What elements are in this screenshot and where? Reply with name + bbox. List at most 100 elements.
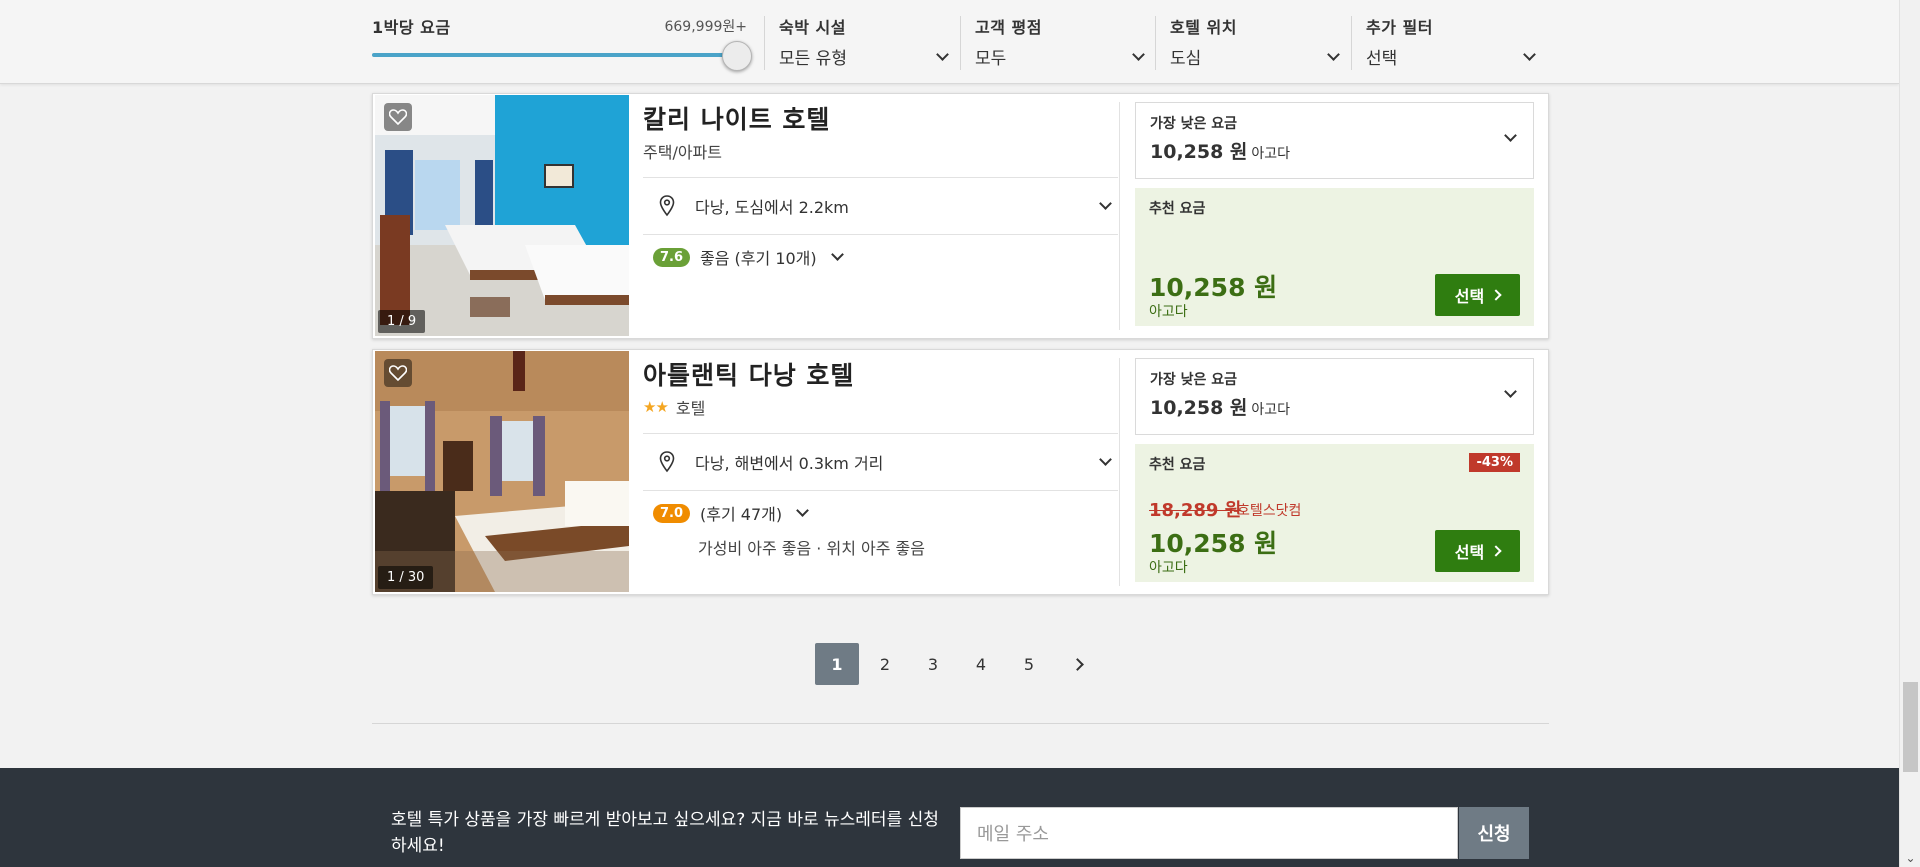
hotel-name[interactable]: 아틀랜틱 다낭 호텔	[643, 356, 1118, 392]
rating-score-badge: 7.6	[653, 247, 691, 267]
recommended-price-label: 추천 요금	[1149, 201, 1206, 217]
divider	[1119, 102, 1120, 330]
chevron-right-icon	[1490, 289, 1502, 301]
hotel-photo[interactable]: 1 / 30	[375, 351, 629, 592]
review-highlights: 가성비 아주 좋음 · 위치 아주 좋음	[698, 539, 925, 558]
recommended-price-source: 아고다	[1149, 304, 1188, 320]
hotel-location-text: 다낭, 도심에서 2.2km	[695, 198, 849, 217]
recommended-price-value: 10,258 원	[1149, 273, 1278, 302]
chevron-down-icon	[1523, 47, 1536, 61]
original-price-source: 호텔스닷컴	[1237, 503, 1302, 519]
more-filters-label: 추가 필터	[1366, 18, 1433, 37]
photo-counter: 1 / 9	[378, 310, 426, 333]
newsletter-text: 호텔 특가 상품을 가장 빠르게 받아보고 싶으세요? 지금 바로 뉴스레터를 …	[391, 810, 939, 856]
more-filters[interactable]: 추가 필터 선택	[1366, 14, 1536, 69]
chevron-down-icon	[1099, 453, 1112, 466]
page: 1박당 요금 669,999원+ 숙박 시설 모든 유형 고객 평점 모두 호텔…	[0, 0, 1920, 867]
filter-divider	[764, 16, 765, 70]
price-slider-track[interactable]	[372, 53, 742, 57]
more-filters-value: 선택	[1366, 49, 1398, 69]
rating-filter[interactable]: 고객 평점 모두	[975, 14, 1145, 69]
scrollbar[interactable]: ⌄	[1899, 0, 1920, 867]
lowest-price-label: 가장 낮은 요금	[1150, 116, 1238, 132]
chevron-down-icon	[1099, 197, 1112, 210]
discount-badge: -43%	[1469, 453, 1520, 472]
lowest-price-box[interactable]: 가장 낮은 요금 10,258 원 아고다	[1135, 358, 1534, 435]
map-pin-icon	[659, 451, 675, 473]
lowest-price-value: 10,258 원	[1150, 397, 1248, 419]
favorite-heart-icon[interactable]	[384, 103, 412, 131]
lowest-price-box[interactable]: 가장 낮은 요금 10,258 원 아고다	[1135, 102, 1534, 179]
subscribe-button[interactable]: 신청	[1459, 807, 1529, 859]
hotel-type: 호텔	[675, 399, 706, 418]
filter-divider	[1155, 16, 1156, 70]
hotel-card: 1 / 9 칼리 나이트 호텔 주택/아파트 다낭, 도심에서 2.2km 7.…	[372, 93, 1549, 339]
rating-filter-label: 고객 평점	[975, 18, 1042, 37]
scroll-down-arrow-icon[interactable]: ⌄	[1905, 852, 1916, 864]
scrollbar-thumb[interactable]	[1903, 682, 1918, 772]
recommended-price-source: 아고다	[1149, 560, 1188, 576]
next-page-button[interactable]	[1055, 643, 1099, 685]
pagination: 1 2 3 4 5	[815, 643, 1103, 685]
chevron-down-icon	[1327, 47, 1340, 61]
chevron-down-icon	[1132, 47, 1145, 61]
hotel-location-row[interactable]: 다낭, 해변에서 0.3km 거리	[643, 434, 1118, 490]
price-max-label: 669,999원+	[664, 19, 747, 35]
select-button-label: 선택	[1454, 287, 1485, 306]
price-filter[interactable]: 1박당 요금 669,999원+	[372, 14, 752, 74]
accommodation-filter-value: 모든 유형	[779, 49, 847, 69]
rating-score-badge: 7.0	[653, 503, 691, 523]
chevron-down-icon	[936, 47, 949, 61]
page-button-3[interactable]: 3	[911, 643, 955, 685]
hotel-room-image	[375, 95, 629, 336]
page-button-2[interactable]: 2	[863, 643, 907, 685]
rating-text: (후기 47개)	[700, 505, 783, 524]
recommended-price-box: 추천 요금 10,258 원 아고다 선택	[1135, 188, 1534, 326]
star-rating: ★★	[643, 398, 669, 416]
rating-filter-value: 모두	[975, 49, 1007, 69]
chevron-down-icon	[796, 504, 809, 517]
original-price: 18,289 원	[1149, 500, 1242, 521]
hotel-name[interactable]: 칼리 나이트 호텔	[643, 100, 1118, 136]
select-button-label: 선택	[1454, 543, 1485, 562]
hotel-rating-row[interactable]: 7.6 좋음 (후기 10개)	[643, 245, 1118, 269]
page-button-4[interactable]: 4	[959, 643, 1003, 685]
divider	[643, 490, 1118, 491]
email-input-placeholder: 메일 주소	[977, 824, 1049, 845]
recommended-price-label: 추천 요금	[1149, 457, 1206, 473]
hotel-location-text: 다낭, 해변에서 0.3km 거리	[695, 454, 884, 473]
recommended-price-box: 추천 요금 -43% 18,289 원 호텔스닷컴 10,258 원 아고다 선…	[1135, 444, 1534, 582]
location-filter-label: 호텔 위치	[1170, 18, 1237, 37]
location-filter[interactable]: 호텔 위치 도심	[1170, 14, 1340, 69]
hotel-location-row[interactable]: 다낭, 도심에서 2.2km	[643, 178, 1118, 234]
map-pin-icon	[659, 195, 675, 217]
hotel-type: 주택/아파트	[643, 143, 722, 162]
page-button-1[interactable]: 1	[815, 643, 859, 685]
select-button[interactable]: 선택	[1435, 274, 1520, 316]
select-button[interactable]: 선택	[1435, 530, 1520, 572]
divider	[643, 234, 1118, 235]
divider	[1119, 358, 1120, 586]
hotel-rating-row[interactable]: 7.0 (후기 47개)	[643, 501, 1118, 525]
lowest-price-label: 가장 낮은 요금	[1150, 372, 1238, 388]
filter-bar: 1박당 요금 669,999원+ 숙박 시설 모든 유형 고객 평점 모두 호텔…	[0, 0, 1899, 84]
star-icon: ★	[643, 398, 656, 416]
favorite-heart-icon[interactable]	[384, 359, 412, 387]
divider	[372, 723, 1549, 724]
chevron-right-icon	[1490, 545, 1502, 557]
email-input[interactable]: 메일 주소	[960, 807, 1458, 859]
location-filter-value: 도심	[1170, 49, 1202, 69]
hotel-room-image	[375, 351, 629, 592]
page-button-5[interactable]: 5	[1007, 643, 1051, 685]
price-slider-handle[interactable]	[722, 41, 752, 71]
chevron-right-icon	[1070, 657, 1084, 671]
accommodation-filter[interactable]: 숙박 시설 모든 유형	[779, 14, 949, 69]
filter-divider	[960, 16, 961, 70]
chevron-down-icon	[830, 248, 844, 261]
lowest-price-source: 아고다	[1251, 402, 1291, 418]
star-icon: ★	[655, 398, 668, 416]
rating-text: 좋음 (후기 10개)	[700, 249, 817, 268]
hotel-photo[interactable]: 1 / 9	[375, 95, 629, 336]
filter-divider	[1351, 16, 1352, 70]
lowest-price-value: 10,258 원	[1150, 141, 1248, 163]
